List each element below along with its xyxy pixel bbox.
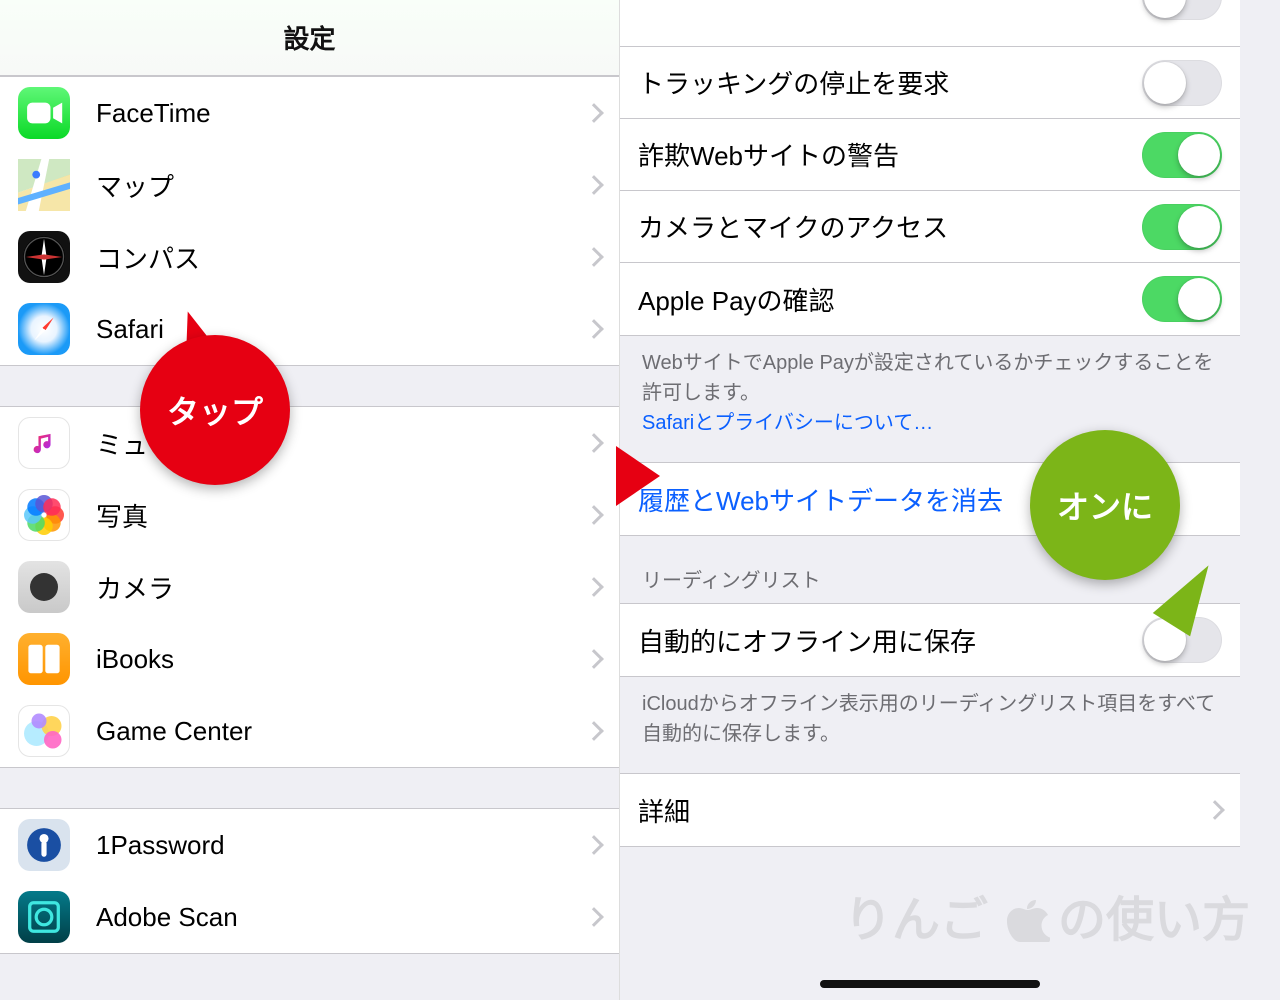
home-indicator (820, 980, 1040, 988)
row-camera[interactable]: カメラ (0, 551, 619, 623)
row-fraud-warning[interactable]: 詐欺Webサイトの警告 (620, 119, 1240, 191)
row-facetime[interactable]: FaceTime (0, 77, 619, 149)
row-label: コンパス (96, 239, 575, 276)
arrow-between-panes-icon (616, 446, 660, 506)
chevron-right-icon (584, 103, 604, 123)
chevron-right-icon (584, 907, 604, 927)
row-advanced[interactable]: 詳細 (620, 774, 1240, 846)
chevron-right-icon (584, 175, 604, 195)
ibooks-icon (18, 633, 70, 685)
group-spacer (0, 366, 619, 406)
callout-tap-text: タップ (167, 387, 263, 433)
row-label: Adobe Scan (96, 902, 575, 933)
chevron-right-icon (584, 505, 604, 525)
callout-on-text: オンに (1057, 482, 1153, 528)
privacy-footer-link[interactable]: Safariとプライバシーについて… (642, 412, 933, 434)
page-title: 設定 (0, 0, 619, 76)
camera-icon (18, 561, 70, 613)
row-label: 詐欺Webサイトの警告 (638, 136, 1142, 173)
row-label: カメラ (96, 569, 575, 606)
row-maps[interactable]: マップ (0, 149, 619, 221)
adobescan-icon (18, 891, 70, 943)
settings-pane: 設定 FaceTime マップコンパス Safari ミュージック写真カメラ iBook… (0, 0, 620, 1000)
reading-list-row-label: 自動的にオフライン用に保存 (638, 622, 1142, 659)
row-label: マップ (96, 167, 575, 204)
row-reading-list-offline[interactable]: 自動的にオフライン用に保存 (620, 604, 1240, 676)
row-compass[interactable]: コンパス (0, 221, 619, 293)
callout-on: オンに (1030, 430, 1180, 580)
gamecenter-icon (18, 705, 70, 757)
advanced-group: 詳細 (620, 773, 1240, 847)
settings-group: FaceTime マップコンパス Safari (0, 76, 619, 366)
toggle-fraud-warning[interactable] (1142, 132, 1222, 178)
chevron-right-icon (584, 433, 604, 453)
reading-list-group: 自動的にオフライン用に保存 (620, 603, 1240, 677)
photos-icon (18, 489, 70, 541)
1password-icon (18, 819, 70, 871)
row-adobescan[interactable]: Adobe Scan (0, 881, 619, 953)
row-apple-pay[interactable]: Apple Payの確認 (620, 263, 1240, 335)
row-label: カメラとマイクのアクセス (638, 208, 1142, 245)
row-scroll-peek (620, 0, 1240, 47)
row-1password[interactable]: 1Password (0, 809, 619, 881)
compass-icon (18, 231, 70, 283)
settings-group: 1Password Adobe Scan (0, 808, 619, 954)
row-label: 1Password (96, 830, 575, 861)
page-title-text: 設定 (283, 19, 335, 56)
chevron-right-icon (584, 577, 604, 597)
row-safari[interactable]: Safari (0, 293, 619, 365)
chevron-right-icon (1205, 800, 1225, 820)
row-camera-mic[interactable]: カメラとマイクのアクセス (620, 191, 1240, 263)
row-label: iBooks (96, 644, 575, 675)
music-icon (18, 417, 70, 469)
advanced-label: 詳細 (638, 792, 1196, 829)
row-label: Apple Payの確認 (638, 281, 1142, 318)
safari-icon (18, 303, 70, 355)
chevron-right-icon (584, 721, 604, 741)
maps-icon (18, 159, 70, 211)
clear-history-label: 履歴とWebサイトデータを消去 (638, 481, 1003, 518)
toggle-apple-pay[interactable] (1142, 276, 1222, 322)
row-label: Game Center (96, 716, 575, 747)
row-label: 写真 (96, 497, 575, 534)
row-label: FaceTime (96, 98, 575, 129)
reading-list-footer: iCloudからオフライン表示用のリーディングリスト項目をすべて自動的に保存しま… (620, 677, 1240, 773)
chevron-right-icon (584, 247, 604, 267)
callout-tap: タップ (140, 335, 290, 485)
privacy-group: トラッキングの停止を要求詐欺Webサイトの警告カメラとマイクのアクセス Apple… (620, 0, 1240, 336)
row-gamecenter[interactable]: Game Center (0, 695, 619, 767)
facetime-icon (18, 87, 70, 139)
group-spacer (0, 954, 619, 994)
toggle-peek[interactable] (1142, 0, 1222, 20)
chevron-right-icon (584, 649, 604, 669)
toggle-do-not-track[interactable] (1142, 60, 1222, 106)
row-music[interactable]: ミュージック (0, 407, 619, 479)
row-ibooks[interactable]: iBooks (0, 623, 619, 695)
settings-group: ミュージック写真カメラ iBooks Game Center (0, 406, 619, 768)
row-photos[interactable]: 写真 (0, 479, 619, 551)
privacy-footer-text: WebサイトでApple Payが設定されているかチェックすることを許可します。 (642, 352, 1213, 404)
row-label: トラッキングの停止を要求 (638, 64, 1142, 101)
group-spacer (0, 768, 619, 808)
chevron-right-icon (584, 319, 604, 339)
row-do-not-track[interactable]: トラッキングの停止を要求 (620, 47, 1240, 119)
toggle-camera-mic[interactable] (1142, 204, 1222, 250)
chevron-right-icon (584, 835, 604, 855)
